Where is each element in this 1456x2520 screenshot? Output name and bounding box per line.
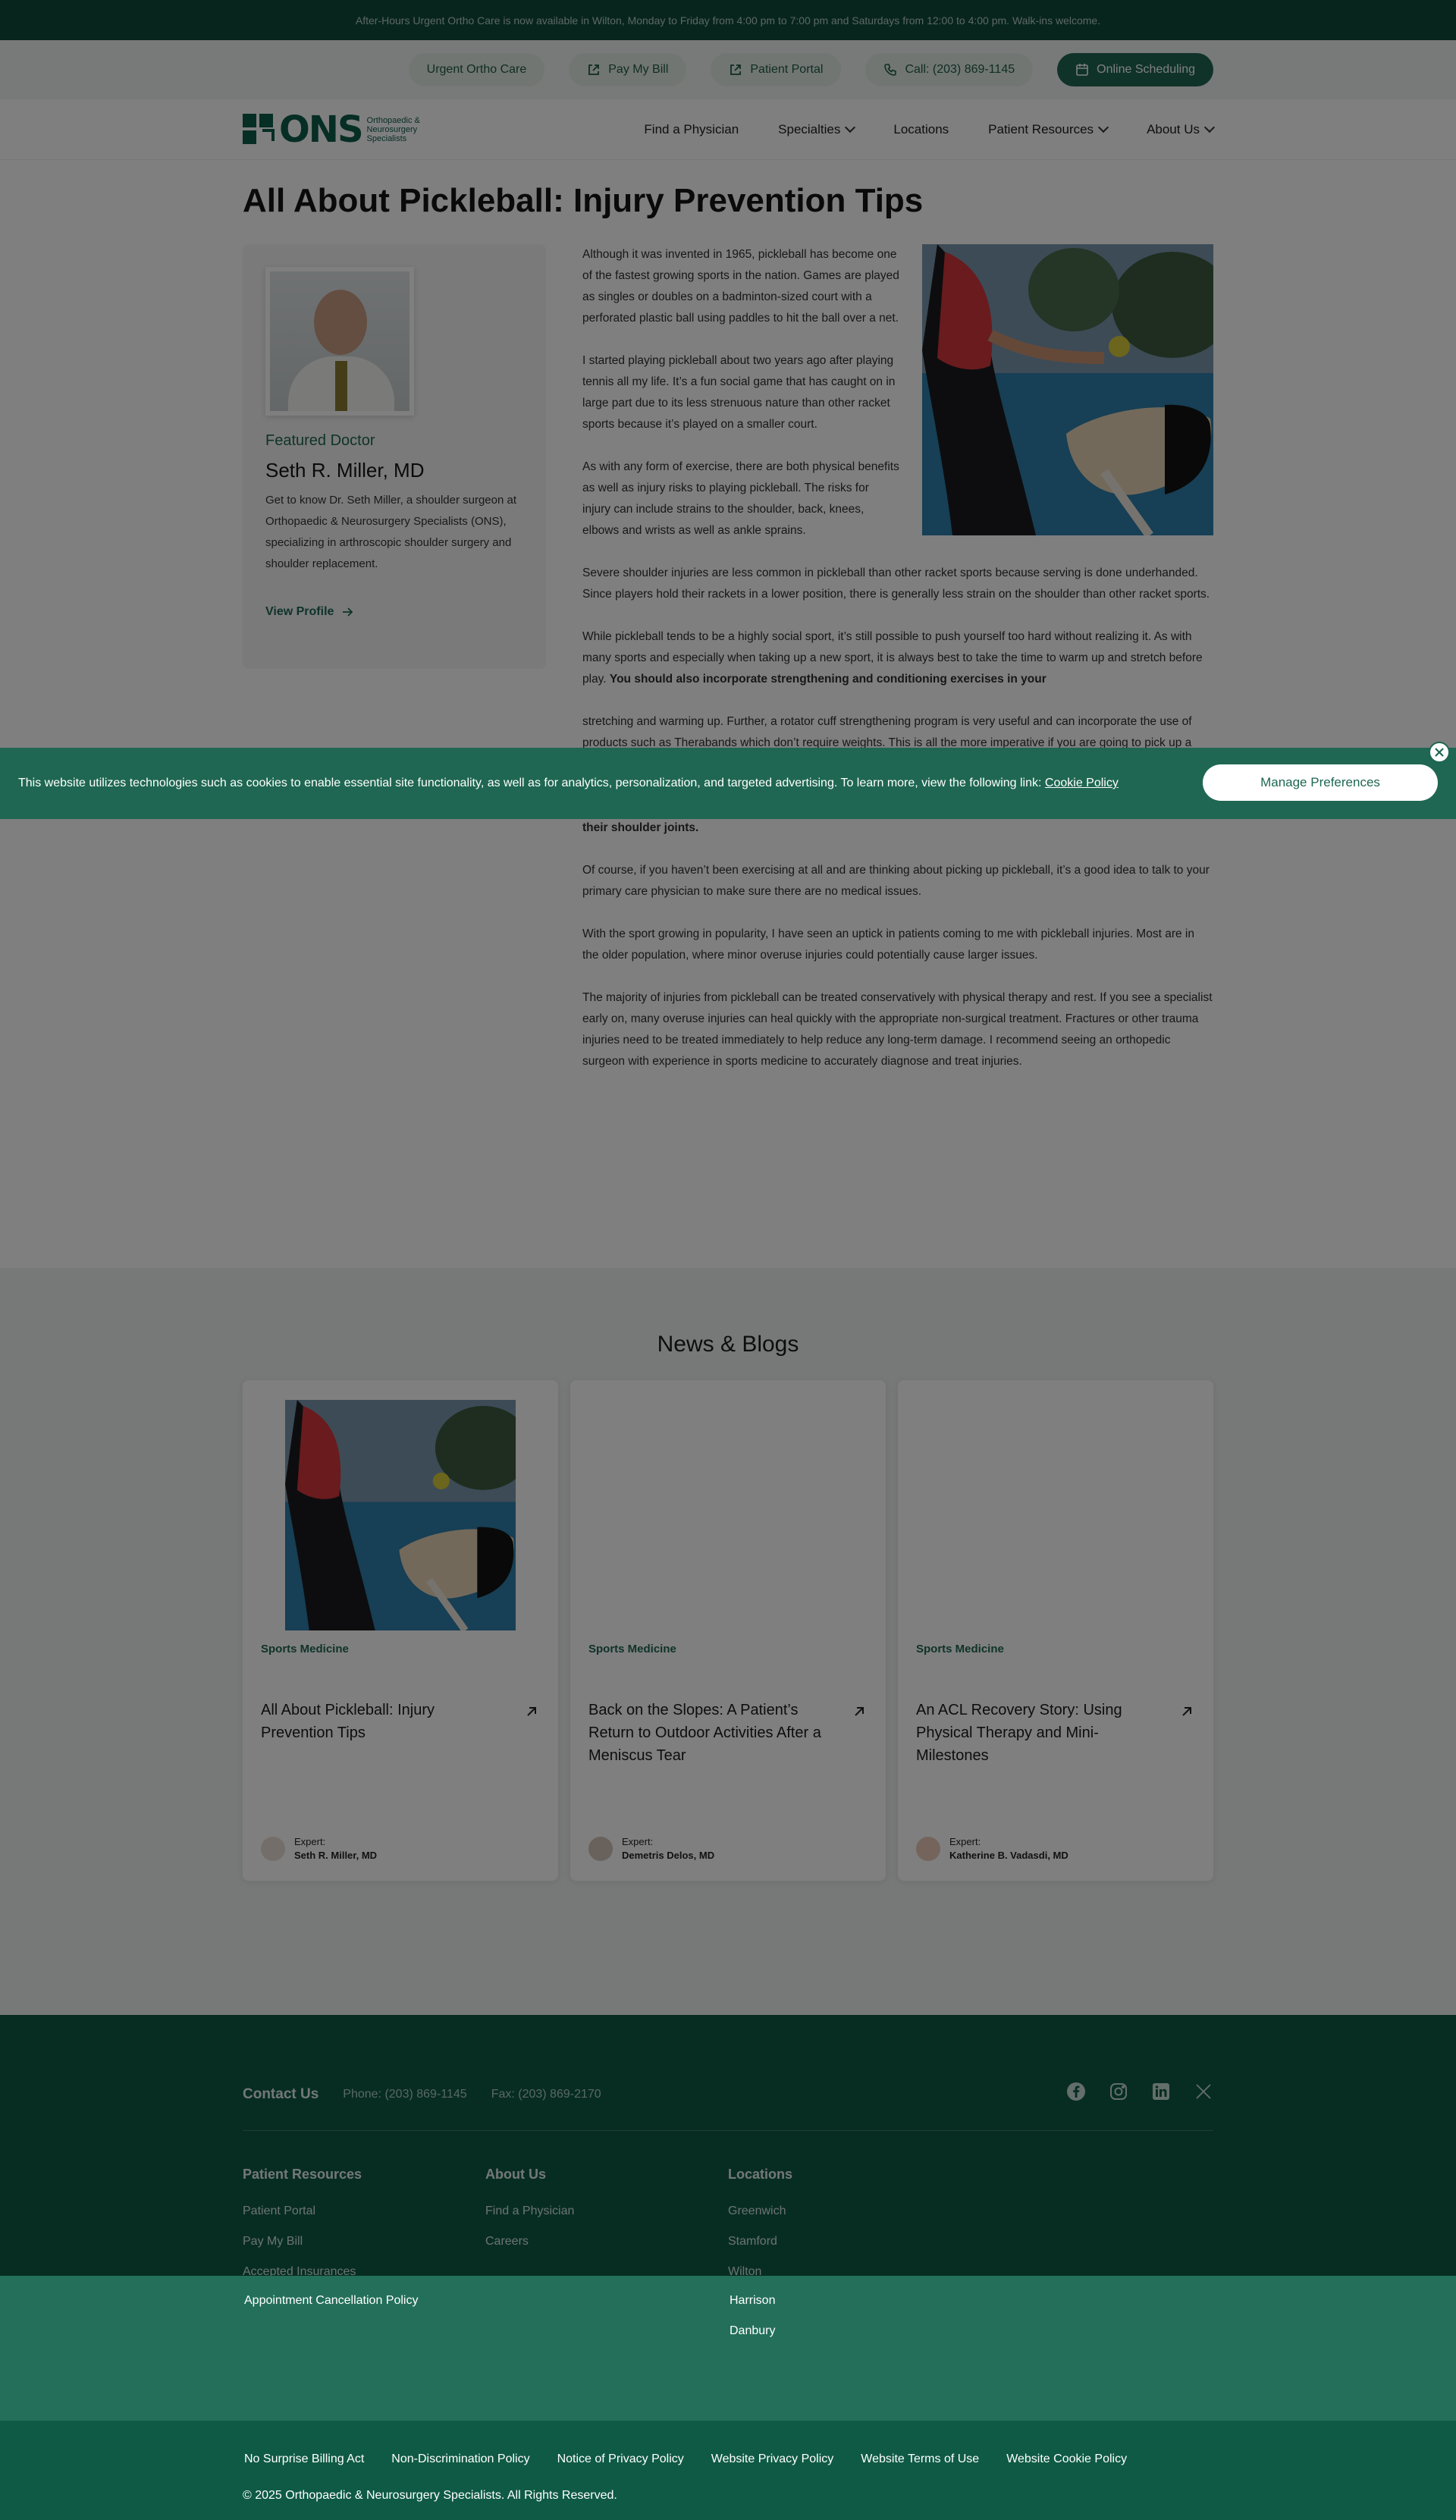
footer-legal-bar: No Surprise Billing Act Non-Discriminati… — [0, 2421, 1456, 2520]
copyright: © 2025 Orthopaedic & Neurosurgery Specia… — [243, 2489, 617, 2502]
manage-preferences-button[interactable]: Manage Preferences — [1203, 764, 1438, 801]
legal-link[interactable]: Notice of Privacy Policy — [557, 2453, 684, 2466]
footer-link[interactable]: Appointment Cancellation Policy — [244, 2294, 418, 2308]
cookie-message: This website utilizes technologies such … — [18, 777, 1119, 790]
footer-links-continued: Appointment Cancellation Policy Harrison… — [0, 2276, 1456, 2421]
legal-link[interactable]: No Surprise Billing Act — [244, 2453, 364, 2466]
modal-backdrop — [0, 0, 1456, 2276]
legal-link[interactable]: Non-Discrimination Policy — [391, 2453, 529, 2466]
footer-link[interactable]: Danbury — [730, 2324, 775, 2338]
cookie-message-text: This website utilizes technologies such … — [18, 777, 1045, 789]
legal-link[interactable]: Website Terms of Use — [861, 2453, 979, 2466]
legal-link[interactable]: Website Privacy Policy — [711, 2453, 834, 2466]
close-cookie-button[interactable] — [1429, 742, 1450, 763]
close-icon — [1435, 748, 1444, 757]
footer-link[interactable]: Harrison — [730, 2294, 775, 2308]
cookie-policy-link[interactable]: Cookie Policy — [1045, 777, 1119, 789]
cookie-banner: This website utilizes technologies such … — [0, 742, 1456, 819]
legal-links: No Surprise Billing Act Non-Discriminati… — [244, 2453, 1127, 2466]
page: After-Hours Urgent Ortho Care is now ava… — [0, 0, 1456, 2520]
legal-link[interactable]: Website Cookie Policy — [1006, 2453, 1127, 2466]
